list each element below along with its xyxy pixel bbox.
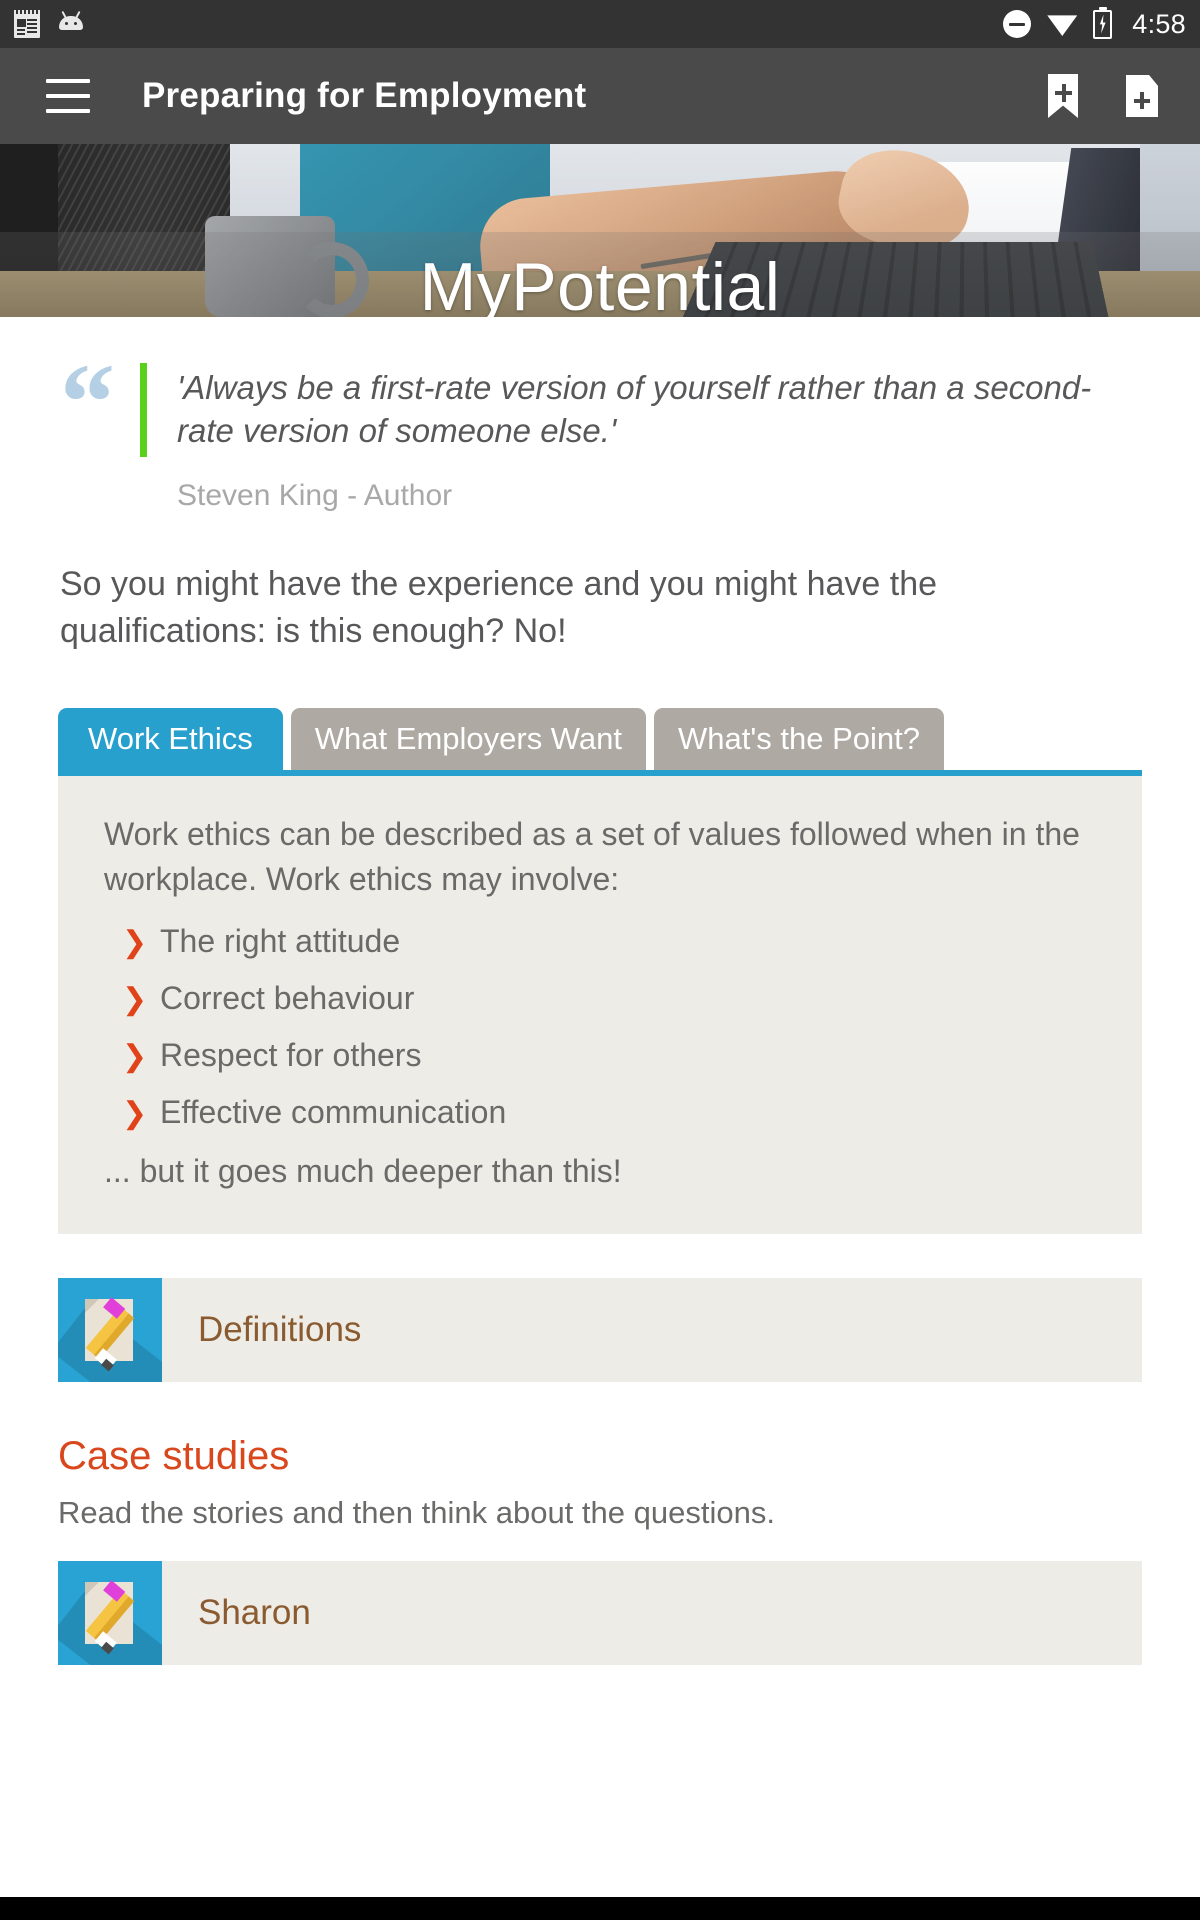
intro-paragraph: So you might have the experience and you…	[60, 564, 938, 651]
list-item-label: Effective communication	[160, 1093, 507, 1130]
page-title: Preparing for Employment	[142, 76, 587, 115]
tabs-section: Work Ethics What Employers Want What's t…	[0, 656, 1200, 1234]
bookmark-add-icon[interactable]	[1048, 74, 1078, 118]
app-bar: Preparing for Employment	[0, 48, 1200, 144]
chevron-right-icon: ❯	[122, 1096, 148, 1130]
list-item: ❯ Respect for others	[104, 1039, 1096, 1074]
quote-block: “ 'Always be a first-rate version of you…	[0, 317, 1200, 513]
quote-text: 'Always be a first-rate version of yours…	[140, 363, 1140, 457]
news-icon	[14, 10, 40, 38]
wifi-icon	[1047, 15, 1078, 36]
document-pencil-icon	[58, 1560, 162, 1665]
case-studies-subtext: Read the stories and then think about th…	[58, 1494, 775, 1530]
case-studies-heading: Case studies	[58, 1433, 290, 1478]
definitions-row-label: Definitions	[198, 1309, 362, 1349]
app-bar-actions	[1048, 74, 1172, 118]
chevron-right-icon: ❯	[122, 1039, 148, 1073]
list-item: ❯ The right attitude	[104, 925, 1096, 960]
note-add-icon[interactable]	[1126, 75, 1158, 117]
android-icon	[58, 10, 84, 38]
list-item-label: The right attitude	[160, 922, 401, 959]
tab-what-employers-want[interactable]: What Employers Want	[290, 707, 647, 770]
quote-body: 'Always be a first-rate version of yours…	[140, 363, 1140, 513]
quote-mark-icon: “	[60, 341, 115, 463]
case-study-row-label: Sharon	[198, 1592, 311, 1632]
definitions-row[interactable]: Definitions	[58, 1277, 1142, 1382]
chevron-right-icon: ❯	[122, 982, 148, 1016]
do-not-disturb-icon	[1003, 10, 1032, 38]
panel-intro-text: Work ethics can be described as a set of…	[104, 815, 1080, 898]
list-item: ❯ Correct behaviour	[104, 982, 1096, 1017]
chevron-right-icon: ❯	[122, 925, 148, 959]
status-bar-left-icons	[14, 10, 84, 38]
hamburger-menu-icon[interactable]	[46, 79, 90, 113]
status-bar-right-icons: 4:58	[1003, 9, 1186, 40]
list-item: ❯ Effective communication	[104, 1096, 1096, 1131]
status-bar: 4:58	[0, 0, 1200, 48]
work-ethics-list: ❯ The right attitude ❯ Correct behaviour…	[104, 925, 1096, 1131]
hero-title: MyPotential	[419, 249, 781, 317]
quote-author: Steven King - Author	[177, 478, 453, 512]
hero-banner: MyPotential	[0, 144, 1200, 317]
case-study-row-sharon[interactable]: Sharon	[58, 1560, 1142, 1665]
list-item-label: Correct behaviour	[160, 979, 415, 1016]
battery-charging-icon	[1093, 9, 1113, 39]
status-bar-clock: 4:58	[1132, 8, 1186, 39]
panel-closing-text: ... but it goes much deeper than this!	[104, 1152, 622, 1189]
android-navigation-bar	[0, 1897, 1200, 1920]
document-pencil-icon	[58, 1277, 162, 1382]
tab-strip: Work Ethics What Employers Want What's t…	[58, 707, 1142, 770]
page-content: “ 'Always be a first-rate version of you…	[0, 317, 1200, 1897]
list-item-label: Respect for others	[160, 1036, 422, 1073]
tab-panel-work-ethics: Work ethics can be described as a set of…	[58, 775, 1142, 1234]
tab-work-ethics[interactable]: Work Ethics	[58, 707, 283, 770]
tab-whats-the-point[interactable]: What's the Point?	[654, 707, 945, 770]
